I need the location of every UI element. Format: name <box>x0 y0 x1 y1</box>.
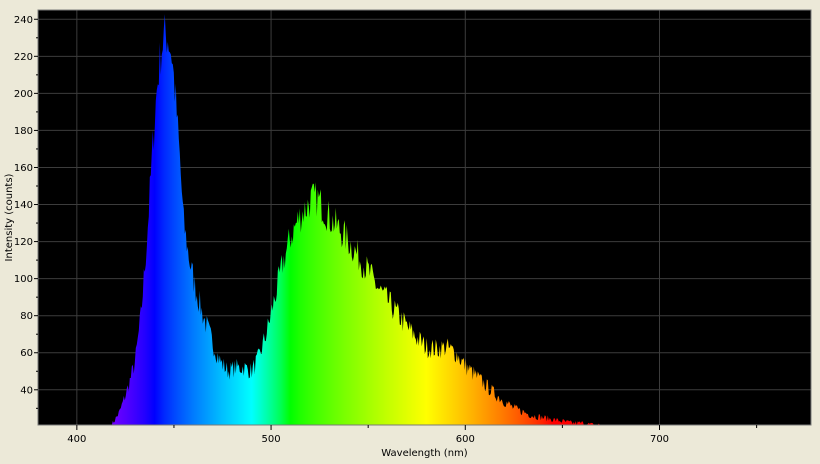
y-axis: 40 60 80 100 120 140 160 180 200 220 240 <box>14 15 38 409</box>
y-tick-label: 40 <box>20 385 33 396</box>
y-tick-label: 180 <box>14 126 33 137</box>
x-tick-label: 500 <box>262 434 281 445</box>
x-axis: 400 500 600 700 <box>67 425 758 445</box>
x-axis-label: Wavelength (nm) <box>381 448 467 459</box>
y-tick-label: 200 <box>14 89 33 100</box>
spectrum-chart: 40 60 80 100 120 140 160 180 200 220 240 400 500 600… <box>4 9 812 459</box>
y-tick-label: 120 <box>14 237 33 248</box>
y-tick-label: 60 <box>20 348 33 359</box>
x-tick-label: 400 <box>67 434 86 445</box>
y-tick-label: 160 <box>14 163 33 174</box>
x-tick-label: 700 <box>650 434 669 445</box>
y-tick-label: 100 <box>14 274 33 285</box>
y-tick-label: 220 <box>14 52 33 63</box>
y-axis-label: Intensity (counts) <box>4 173 15 261</box>
x-tick-label: 600 <box>456 434 475 445</box>
y-tick-label: 80 <box>20 311 33 322</box>
y-tick-label: 140 <box>14 200 33 211</box>
y-tick-label: 240 <box>14 15 33 26</box>
